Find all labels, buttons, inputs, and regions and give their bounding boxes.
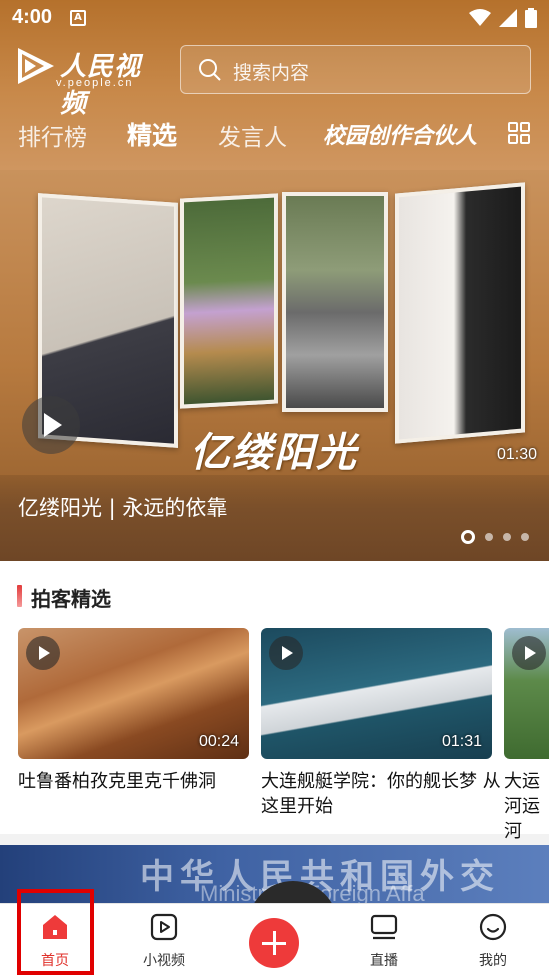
banner-pager xyxy=(461,530,529,544)
live-tv-icon xyxy=(370,914,398,940)
pager-dot[interactable] xyxy=(503,533,511,541)
nav-live[interactable]: 直播 xyxy=(339,904,429,977)
banner-photo-4 xyxy=(395,182,525,444)
add-icon[interactable] xyxy=(249,918,299,968)
status-bar: 4:00 A xyxy=(0,0,549,36)
video-card[interactable]: 01:31 大连舰艇学院：你的舰长梦 从这里开始 xyxy=(261,628,501,819)
tab-ranking[interactable]: 排行榜 xyxy=(18,118,87,152)
section-title: 拍客精选 xyxy=(17,583,111,612)
search-placeholder: 搜索内容 xyxy=(233,62,310,84)
video-caption[interactable]: 大连舰艇学院：你的舰长梦 从这里开始 xyxy=(261,769,501,819)
video-card[interactable]: 00:24 吐鲁番柏孜克里克千佛洞 xyxy=(18,628,249,794)
notification-a-icon: A xyxy=(70,10,86,26)
search-box[interactable]: 搜索内容 xyxy=(180,45,531,94)
pager-dot[interactable] xyxy=(485,533,493,541)
pick-section: 拍客精选 00:24 吐鲁番柏孜克里克千佛洞 01:31 大连舰艇学院：你的舰长… xyxy=(0,561,549,842)
nav-profile[interactable]: 我的 xyxy=(448,904,538,977)
pager-dot[interactable] xyxy=(461,530,475,544)
video-thumbnail[interactable] xyxy=(504,628,549,759)
video-duration: 01:31 xyxy=(441,733,482,750)
video-thumbnail[interactable]: 01:31 xyxy=(261,628,492,759)
wifi-icon xyxy=(469,9,491,26)
banner-photo-3 xyxy=(282,192,388,412)
logo-url: v.people.cn xyxy=(56,77,134,89)
video-thumbnail[interactable]: 00:24 xyxy=(18,628,249,759)
video-card[interactable]: 大运河运河 xyxy=(504,628,549,844)
header: 4:00 A 人民视频 v.people.cn 搜索内容 排行榜 精选 发言人 … xyxy=(0,0,549,170)
play-icon[interactable] xyxy=(269,636,303,670)
banner-calligraphy: 亿缕阳光 xyxy=(190,429,358,476)
nav-profile-label: 我的 xyxy=(479,953,507,969)
tab-spokesperson[interactable]: 发言人 xyxy=(218,118,287,152)
video-caption[interactable]: 大运河运河 xyxy=(504,769,549,844)
banner-duration: 01:30 xyxy=(496,446,537,463)
banner-play-icon[interactable] xyxy=(22,396,80,454)
play-icon[interactable] xyxy=(26,636,60,670)
battery-icon xyxy=(525,8,537,28)
pager-dot[interactable] xyxy=(521,533,529,541)
play-logo-icon xyxy=(18,48,54,84)
signal-icon xyxy=(499,9,517,27)
video-duration: 00:24 xyxy=(198,733,239,750)
app-logo: 人民视频 v.people.cn xyxy=(16,44,166,119)
channel-grid-icon[interactable] xyxy=(508,122,530,144)
profile-smile-icon xyxy=(479,913,507,941)
banner-photo-2 xyxy=(180,193,278,409)
status-icons xyxy=(469,8,537,28)
play-icon[interactable] xyxy=(512,636,546,670)
tab-campus-creator[interactable]: 校园创作合伙人 xyxy=(323,118,477,150)
banner-caption[interactable]: 亿缕阳光 | 永远的依靠 xyxy=(18,492,227,522)
home-highlight-box xyxy=(17,889,94,975)
nav-live-label: 直播 xyxy=(370,953,398,969)
search-icon xyxy=(199,59,221,81)
status-time: 4:00 xyxy=(12,6,53,28)
nav-short-video[interactable]: 小视频 xyxy=(119,904,209,977)
video-caption[interactable]: 吐鲁番柏孜克里克千佛洞 xyxy=(18,769,258,794)
nav-short-video-label: 小视频 xyxy=(143,953,185,969)
featured-banner[interactable]: 亿缕阳光 01:30 亿缕阳光 | 永远的依靠 xyxy=(0,170,549,561)
channel-tabs: 排行榜 精选 发言人 校园创作合伙人 xyxy=(0,110,549,160)
short-video-icon xyxy=(150,913,178,941)
tab-featured[interactable]: 精选 xyxy=(127,116,177,152)
